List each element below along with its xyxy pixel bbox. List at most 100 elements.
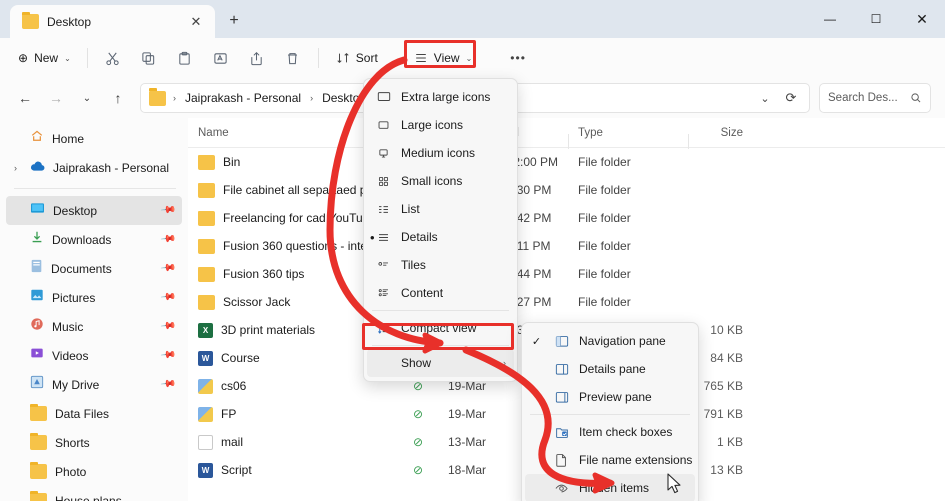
sidebar-item-shorts[interactable]: Shorts [6,428,182,457]
back-button[interactable]: ← [10,83,40,113]
sidebar-item-label: Data Files [55,406,110,421]
search-icon [911,93,921,103]
file-ext-icon [552,453,571,467]
sidebar-item-label: House plans [55,493,122,501]
menu-item-preview-pane[interactable]: Preview pane [525,383,695,411]
sidebar-item-my-drive[interactable]: My Drive 📌 [6,370,182,399]
sort-button[interactable]: Sort [327,43,387,73]
sidebar-item-house-plans[interactable]: House plans [6,486,182,501]
pin-icon[interactable]: 📌 [159,260,176,276]
excel-icon: X [198,322,213,338]
menu-item-details-pane[interactable]: Details pane [525,355,695,383]
table-row[interactable]: Bin 16-Mar-23 12:00 PM File folder [188,148,945,176]
file-name: Script [221,463,252,477]
sidebar-item-home[interactable]: Home [6,124,182,153]
breadcrumb-item-onedrive[interactable]: Jaiprakash - Personal [180,88,306,108]
pin-icon[interactable]: 📌 [159,202,176,218]
menu-item-extra-large-icons[interactable]: Extra large icons [367,83,514,111]
pin-icon[interactable]: 📌 [159,376,176,392]
sort-button-label: Sort [355,51,378,65]
chevron-down-icon[interactable]: ⌄ [753,86,777,110]
sidebar-item-videos[interactable]: Videos 📌 [6,341,182,370]
chevron-right-icon[interactable]: › [14,163,17,173]
folder-icon [30,432,47,450]
sidebar-item-label: Pictures [52,290,96,305]
type-cell: File folder [578,183,631,197]
menu-item-details[interactable]: • Details [367,223,514,251]
more-options-button[interactable]: ••• [501,43,535,73]
sidebar-item-downloads[interactable]: Downloads 📌 [6,225,182,254]
menu-item-label: File name extensions [579,453,693,467]
table-row[interactable]: Fusion 360 tips 16-Mar-23 9:44 PM File f… [188,260,945,288]
search-input[interactable]: Search Des... [819,83,931,113]
sidebar-item-data-files[interactable]: Data Files [6,399,182,428]
cut-icon[interactable] [96,43,130,73]
search-input-value: Search Des... [828,92,898,104]
close-window-button[interactable]: ✕ [899,0,945,38]
pin-icon[interactable]: 📌 [159,231,176,247]
table-row[interactable]: Fusion 360 questions - internsha 15-Mar-… [188,232,945,260]
maximize-button[interactable]: ☐ [853,0,899,38]
menu-item-content[interactable]: Content [367,279,514,307]
menu-item-list[interactable]: List [367,195,514,223]
sidebar-item-music[interactable]: Music 📌 [6,312,182,341]
rename-icon[interactable] [204,43,238,73]
file-name: Bin [223,155,241,169]
navigation-pane: Home › Jaiprakash - Personal Desktop 📌 D… [0,118,188,501]
pin-icon[interactable]: 📌 [159,347,176,363]
list-icon [375,203,392,216]
pin-icon[interactable]: 📌 [159,318,176,334]
menu-item-navigation-pane[interactable]: ✓ Navigation pane [525,327,695,355]
plus-circle-icon: ⊕ [18,51,29,65]
menu-item-show[interactable]: Show › [367,349,514,377]
file-name: cs06 [221,379,247,393]
close-icon[interactable]: ✕ [185,11,207,33]
sidebar-item-onedrive[interactable]: › Jaiprakash - Personal [6,153,182,182]
breadcrumb-separator: › [310,93,314,103]
mouse-cursor [667,473,681,494]
sidebar-item-documents[interactable]: Documents 📌 [6,254,182,283]
copy-icon[interactable] [132,43,166,73]
recent-locations-button[interactable]: ⌄ [72,83,102,113]
up-button[interactable]: ↑ [103,83,133,113]
menu-item-file-name-extensions[interactable]: File name extensions [525,446,695,474]
sidebar-item-pictures[interactable]: Pictures 📌 [6,283,182,312]
table-row[interactable]: File cabinet all separtaed parts w 15-Ma… [188,176,945,204]
address-bar-actions: ⌄ ⟳ [753,86,803,110]
paste-icon[interactable] [168,43,202,73]
menu-item-medium-icons[interactable]: Medium icons [367,139,514,167]
delete-icon[interactable] [276,43,310,73]
forward-button[interactable]: → [41,83,71,113]
new-button[interactable]: ⊕ New ⌄ [10,43,79,73]
minimize-button[interactable]: — [807,0,853,38]
file-name: mail [221,435,244,449]
nav-pane-icon [552,335,571,348]
share-icon[interactable] [240,43,274,73]
pin-icon[interactable]: 📌 [159,289,176,305]
menu-item-label: Navigation pane [579,334,666,348]
menu-item-small-icons[interactable]: Small icons [367,167,514,195]
menu-item-tiles[interactable]: Tiles [367,251,514,279]
column-header-type[interactable]: Type [568,127,688,149]
chevron-right-icon: › [503,358,506,368]
table-row[interactable]: Scissor Jack 15-Mar-22 9:27 PM File fold… [188,288,945,316]
new-tab-button[interactable]: + [219,6,249,36]
menu-item-large-icons[interactable]: Large icons [367,111,514,139]
annotation-box-view-button [404,40,476,68]
tab-desktop[interactable]: Desktop ✕ [10,5,215,38]
annotation-box-show-item [362,323,514,350]
sidebar-item-desktop[interactable]: Desktop 📌 [6,196,182,225]
sidebar-item-photo[interactable]: Photo [6,457,182,486]
type-cell: File folder [578,267,631,281]
menu-item-label: Item check boxes [579,425,673,439]
menu-item-item-check-boxes[interactable]: Item check boxes [525,418,695,446]
title-bar: Desktop ✕ + — ☐ ✕ [0,0,945,38]
selected-bullet-icon: • [370,229,375,245]
folder-icon [198,294,215,310]
eye-icon [552,482,571,495]
refresh-icon[interactable]: ⟳ [779,86,803,110]
folder-icon [149,88,166,106]
table-row[interactable]: Freelancing for cad YouTube vid 16-Mar-2… [188,204,945,232]
column-header-size[interactable]: Size [688,127,753,149]
sync-ok-icon: ⊘ [413,407,424,421]
